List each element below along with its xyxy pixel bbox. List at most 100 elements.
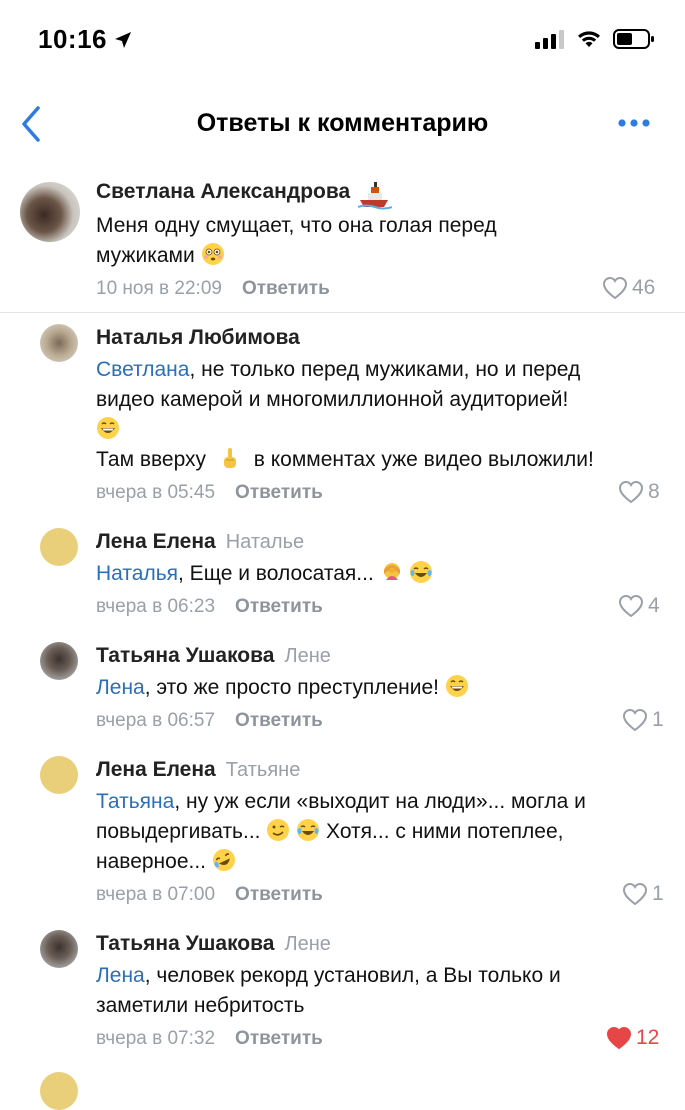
comment-text: Лена, человек рекорд установил, а Вы тол…: [96, 961, 671, 1021]
comment-text: Татьяна, ну уж если «выходит на люди»...…: [96, 787, 671, 877]
pointing-up-emoji-icon: [223, 448, 236, 468]
comment-text-part: , не только перед мужиками, но и перед: [189, 358, 581, 381]
divider: [0, 312, 685, 313]
icebreaker-ship-icon: [358, 182, 393, 210]
reply-to-name[interactable]: Лене: [284, 645, 330, 668]
facepalm-emoji-icon: [383, 563, 400, 580]
comment-date: вчера в 06:23: [96, 596, 216, 617]
tears-of-joy-emoji-icon: [410, 561, 433, 583]
comment-text-part: , это же просто преступление!: [144, 676, 439, 699]
comment-text: Меня одну смущает, что она голая перед м…: [96, 211, 666, 271]
status-time-text: 10:16: [38, 24, 107, 54]
reply-button[interactable]: Ответить: [235, 884, 323, 906]
comment-text: Наталья, Еще и волосатая...: [96, 559, 671, 589]
reply-button[interactable]: Ответить: [235, 1028, 323, 1050]
comment-text-line: мужиками: [96, 244, 195, 267]
comment-date: вчера в 07:00: [96, 884, 216, 905]
comment-text-part: заметили небритость: [96, 994, 305, 1017]
author-name[interactable]: Татьяна Ушакова: [96, 644, 274, 668]
comment-text-part: в комментах уже видео выложили!: [253, 448, 594, 471]
rolling-on-floor-laughing-emoji-icon: [212, 849, 235, 871]
like-button[interactable]: 1: [622, 882, 664, 906]
avatar[interactable]: [40, 642, 78, 680]
comment-date: вчера в 07:32: [96, 1028, 216, 1049]
author-row: Лена Елена Татьяне: [96, 758, 300, 782]
avatar[interactable]: [40, 528, 78, 566]
reply-to-name[interactable]: Лене: [284, 933, 330, 956]
comment-text-part: Там вверху: [96, 448, 207, 471]
like-button[interactable]: 1: [622, 708, 664, 732]
signal-icon: [535, 30, 564, 49]
mention-link[interactable]: Татьяна: [96, 790, 174, 813]
tears-of-joy-emoji-icon: [297, 819, 320, 841]
avatar[interactable]: [40, 1072, 78, 1110]
location-arrow-icon: [115, 31, 131, 48]
comment-date: вчера в 06:57: [96, 710, 216, 731]
mention-link[interactable]: Лена: [96, 676, 145, 699]
author-row: Наталья Любимова: [96, 326, 300, 350]
mention-link[interactable]: Светлана: [96, 358, 189, 381]
avatar[interactable]: [40, 324, 78, 362]
reply-to-name[interactable]: Наталье: [226, 531, 304, 554]
like-button[interactable]: 8: [618, 480, 660, 504]
navigation-bar: Ответы к комментарию: [0, 92, 685, 154]
more-dots-icon: [618, 119, 650, 127]
like-button[interactable]: 12: [606, 1026, 659, 1050]
heart-icon: [602, 276, 628, 300]
comment-date: 10 ноя в 22:09: [96, 278, 222, 299]
like-button[interactable]: 4: [618, 594, 660, 618]
author-row: Светлана Александрова: [96, 180, 393, 210]
comment-text-part: , человек рекорд установил, а Вы только …: [144, 964, 561, 987]
winking-face-emoji-icon: [267, 819, 290, 841]
comment-text-line: Меня одну смущает, что она голая перед: [96, 214, 497, 237]
status-time: 10:16: [38, 24, 133, 55]
avatar[interactable]: [40, 930, 78, 968]
grinning-face-emoji-icon: [445, 675, 468, 697]
reply-button[interactable]: Ответить: [242, 278, 330, 300]
battery-icon: [613, 29, 654, 49]
author-name[interactable]: Светлана Александрова: [96, 180, 350, 204]
author-name[interactable]: Лена Елена: [96, 758, 216, 782]
status-icons: [535, 28, 655, 50]
avatar[interactable]: [20, 182, 80, 242]
comment-text-part: Хотя... с ними потеплее,: [326, 820, 564, 843]
reply-button[interactable]: Ответить: [235, 482, 323, 504]
author-name[interactable]: Лена Елена: [96, 530, 216, 554]
like-count: 1: [652, 882, 664, 905]
flushed-face-emoji-icon: [201, 243, 224, 265]
mention-link[interactable]: Наталья: [96, 562, 178, 585]
like-count: 12: [636, 1026, 660, 1049]
comment-meta: вчера в 06:57 Ответить: [96, 710, 323, 732]
avatar[interactable]: [40, 756, 78, 794]
comment-meta: вчера в 07:32 Ответить: [96, 1028, 323, 1050]
comment-text: Лена, это же просто преступление!: [96, 673, 671, 703]
reply-button[interactable]: Ответить: [235, 710, 323, 732]
heart-icon: [622, 882, 648, 906]
heart-icon: [622, 708, 648, 732]
like-button[interactable]: 46: [602, 276, 655, 300]
author-row: Татьяна Ушакова Лене: [96, 644, 331, 668]
like-count: 8: [648, 480, 660, 503]
author-name[interactable]: Наталья Любимова: [96, 326, 300, 350]
comment-meta: вчера в 07:00 Ответить: [96, 884, 323, 906]
author-name[interactable]: Татьяна Ушакова: [96, 932, 274, 956]
heart-icon: [618, 480, 644, 504]
reply-button[interactable]: Ответить: [235, 596, 323, 618]
comment-text-part: видео камерой и многомиллионной аудитори…: [96, 388, 569, 411]
comment-date: вчера в 05:45: [96, 482, 216, 503]
comment-meta: 10 ноя в 22:09 Ответить: [96, 278, 330, 300]
comment-text-part: , ну уж если «выходит на люди»... могла …: [174, 790, 586, 813]
like-count: 46: [632, 276, 656, 299]
author-row: Татьяна Ушакова Лене: [96, 932, 331, 956]
comment-meta: вчера в 06:23 Ответить: [96, 596, 323, 618]
comment-text-part: , Еще и волосатая...: [178, 562, 374, 585]
reply-to-name[interactable]: Татьяне: [226, 759, 301, 782]
comment-text-part: наверное...: [96, 850, 207, 873]
mention-link[interactable]: Лена: [96, 964, 145, 987]
author-row: Лена Елена Наталье: [96, 530, 304, 554]
like-count: 4: [648, 594, 660, 617]
grinning-face-emoji-icon: [97, 417, 119, 439]
more-button[interactable]: [617, 112, 651, 134]
comment-text: Светлана, не только перед мужиками, но и…: [96, 355, 671, 475]
like-count: 1: [652, 708, 664, 731]
